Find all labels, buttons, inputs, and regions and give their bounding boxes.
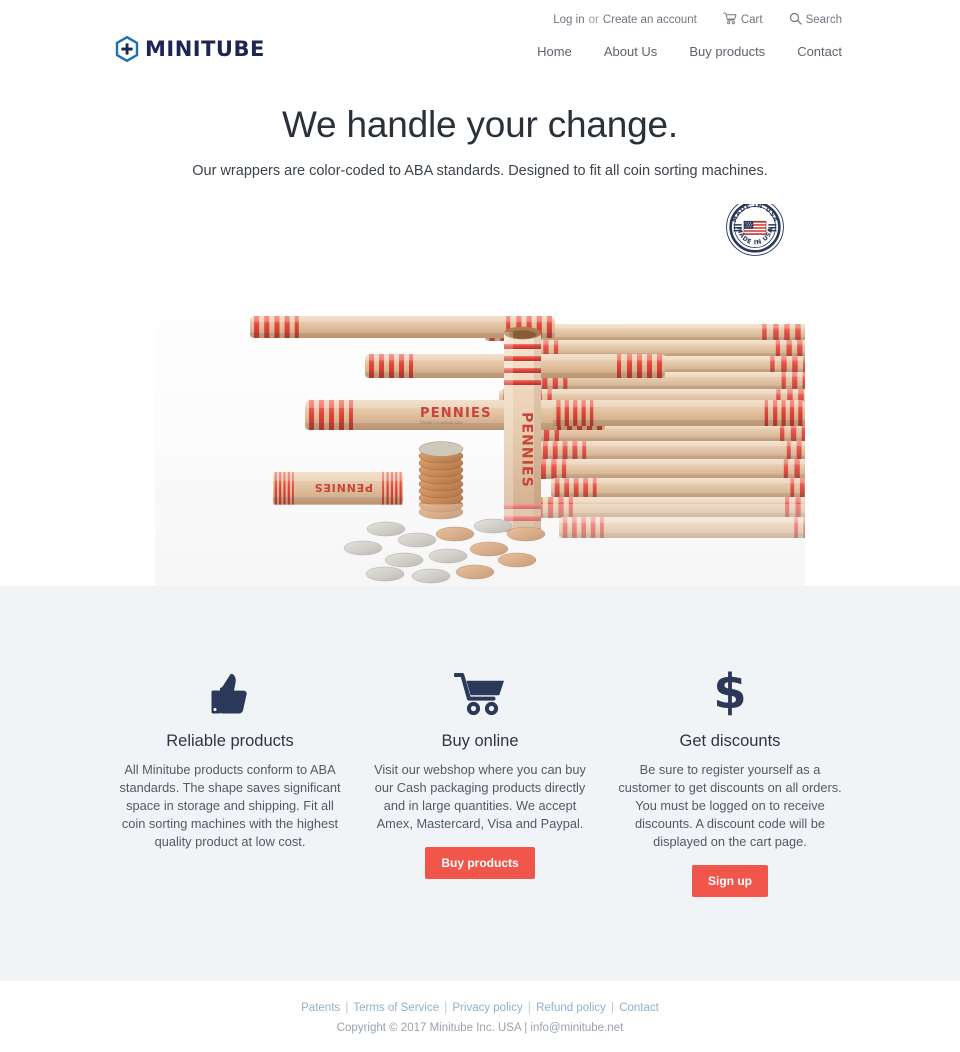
dollar-sign-icon: $ xyxy=(615,664,845,716)
footer-separator: | xyxy=(611,1002,614,1015)
log-in-link[interactable]: Log in xyxy=(553,14,584,26)
feature-description: All Minitube products conform to ABA sta… xyxy=(119,761,341,850)
footer-links: Patents | Terms of Service | Privacy pol… xyxy=(0,1002,960,1014)
footer-copyright: Copyright © 2017 Minitube Inc. USA | inf… xyxy=(0,1022,960,1034)
hero-subtitle: Our wrappers are color-coded to ABA stan… xyxy=(192,162,768,179)
feature-reliable-products: Reliable products All Minitube products … xyxy=(105,664,355,852)
copyright-text: Copyright © 2017 Minitube Inc. USA xyxy=(336,1022,521,1035)
footer-link-contact[interactable]: Contact xyxy=(619,1002,659,1014)
footer-separator: | xyxy=(444,1002,448,1015)
feature-title: Buy online xyxy=(441,731,519,750)
nav-item-about-us[interactable]: About Us xyxy=(604,44,657,59)
nav-item-buy-products[interactable]: Buy products xyxy=(689,44,765,59)
features-section: Reliable products All Minitube products … xyxy=(0,585,960,982)
svg-text:PENNIES: PENNIES xyxy=(519,412,535,488)
footer-link-refund-policy[interactable]: Refund policy xyxy=(536,1002,606,1014)
svg-text:PENNIES: PENNIES xyxy=(314,481,373,494)
feature-title: Get discounts xyxy=(679,731,781,750)
feature-description: Visit our webshop where you can buy our … xyxy=(374,761,586,832)
thumbs-up-icon xyxy=(115,664,345,716)
shopping-cart-icon xyxy=(365,664,595,716)
footer-email-link[interactable]: info@minitube.net xyxy=(530,1022,623,1034)
feature-description: Be sure to register yourself as a custom… xyxy=(618,761,842,850)
svg-text:PENNIES: PENNIES xyxy=(420,406,492,421)
search-label: Search xyxy=(805,14,842,26)
cart-link[interactable]: Cart xyxy=(722,12,763,28)
page-root: MINITUBE Log in or Create an account Car… xyxy=(0,0,960,1052)
feature-cta: Sign up xyxy=(615,865,845,898)
page-title: We handle your change. xyxy=(281,104,679,145)
account-links: Log in or Create an account xyxy=(553,14,697,26)
hero-image: PENNIES Shown in actual size PENNIES PEN… xyxy=(155,203,805,586)
search-link[interactable]: Search xyxy=(789,12,842,28)
create-account-link[interactable]: Create an account xyxy=(603,14,697,26)
feature-title: Reliable products xyxy=(166,731,294,750)
logo-wordmark: MINITUBE xyxy=(145,36,265,61)
made-in-usa-badge-icon: MADE IN USA MADE IN USA xyxy=(726,203,784,256)
site-footer: Patents | Terms of Service | Privacy pol… xyxy=(0,981,960,1035)
footer-separator: | xyxy=(345,1002,349,1015)
utility-nav: Log in or Create an account Cart Search xyxy=(553,12,842,28)
nav-item-contact[interactable]: Contact xyxy=(797,44,842,59)
feature-buy-online: Buy online Visit our webshop where you c… xyxy=(355,664,605,880)
feature-get-discounts: $ Get discounts Be sure to register your… xyxy=(605,664,855,898)
coin-wrappers-photo: PENNIES Shown in actual size PENNIES PEN… xyxy=(155,203,805,586)
hero-section: We handle your change. Our wrappers are … xyxy=(0,86,960,586)
site-logo[interactable]: MINITUBE xyxy=(114,35,265,63)
shopping-cart-icon xyxy=(722,12,737,28)
footer-link-patents[interactable]: Patents xyxy=(301,1002,340,1014)
svg-text:$: $ xyxy=(713,666,746,716)
main-nav: Home About Us Buy products Contact xyxy=(537,44,842,59)
footer-link-terms-of-service[interactable]: Terms of Service xyxy=(353,1002,439,1014)
buy-products-button[interactable]: Buy products xyxy=(425,847,535,880)
footer-separator: | xyxy=(527,1002,531,1015)
magnifying-glass-icon xyxy=(789,12,802,28)
site-header: MINITUBE Log in or Create an account Car… xyxy=(0,0,960,86)
hexagon-plus-icon xyxy=(114,35,140,63)
footer-link-privacy-policy[interactable]: Privacy policy xyxy=(452,1002,522,1014)
features-row: Reliable products All Minitube products … xyxy=(105,664,855,898)
copyright-separator: | xyxy=(524,1022,528,1035)
svg-text:Shown in actual size: Shown in actual size xyxy=(420,420,463,425)
nav-item-home[interactable]: Home xyxy=(537,44,572,59)
or-separator: or xyxy=(588,14,599,26)
feature-cta: Buy products xyxy=(365,847,595,880)
sign-up-button[interactable]: Sign up xyxy=(692,865,768,898)
cart-label: Cart xyxy=(740,14,763,26)
